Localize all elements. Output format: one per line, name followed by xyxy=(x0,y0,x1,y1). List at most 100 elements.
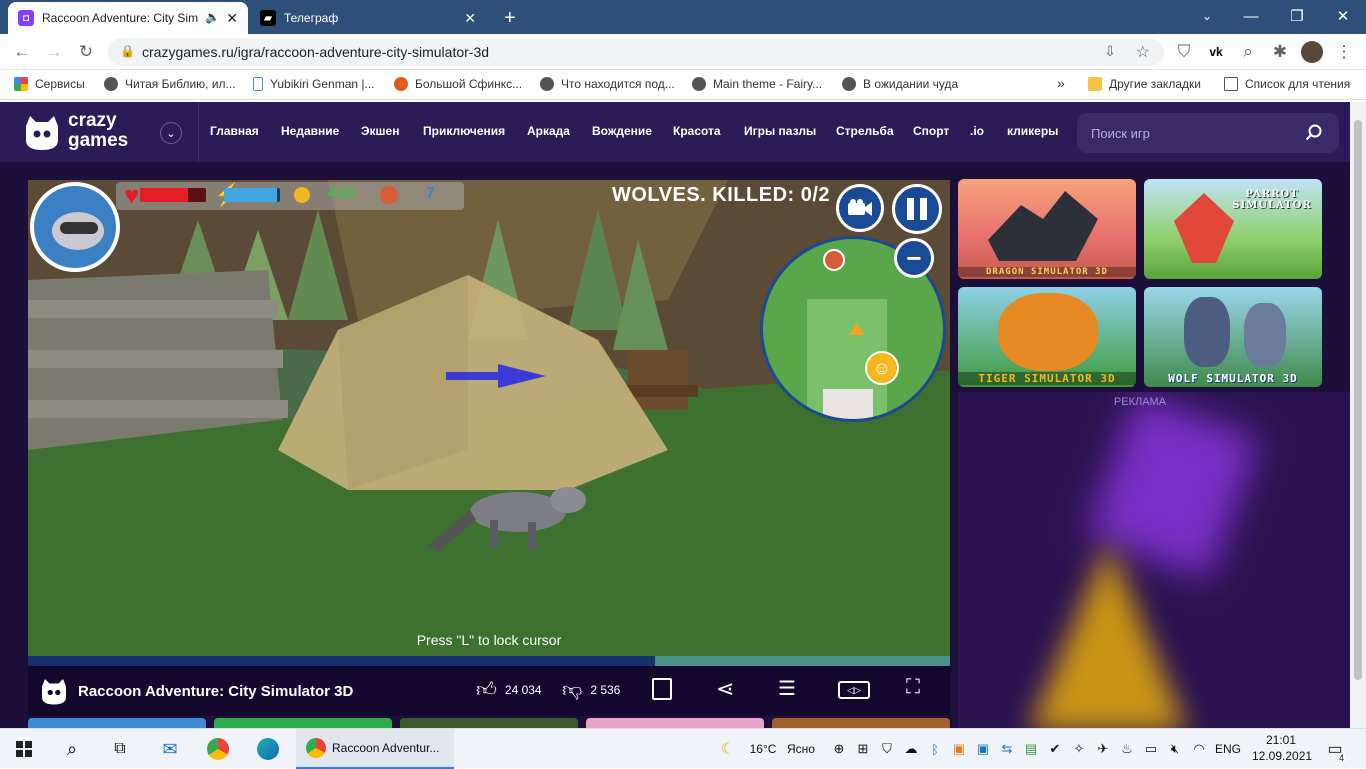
bluetooth-icon[interactable]: ᛒ xyxy=(926,729,944,769)
search-input[interactable]: Поиск игр xyxy=(1077,113,1339,153)
volume-muted-icon[interactable]: 🔇︎ xyxy=(1166,729,1184,769)
new-tab-button[interactable]: + xyxy=(494,2,524,34)
notifications-button[interactable]: ▭ 4 xyxy=(1322,729,1348,769)
fullscreen-icon[interactable]: ⛶ xyxy=(906,676,920,699)
close-tab-icon[interactable]: ✕ xyxy=(464,10,476,27)
puzzle-icon[interactable]: ✱ xyxy=(1268,40,1292,64)
nav-link-sport[interactable]: Спорт xyxy=(913,124,949,138)
onedrive-icon[interactable]: ☁ xyxy=(902,729,920,769)
chrome-icon[interactable] xyxy=(200,729,236,769)
speaker-icon[interactable]: 🔈 xyxy=(205,10,220,24)
shield-extension-icon[interactable]: ⛉ xyxy=(1172,40,1196,64)
nav-link-driving[interactable]: Вождение xyxy=(592,124,652,138)
playlist-icon[interactable]: ☰ xyxy=(778,676,796,701)
share-icon[interactable]: ⋖ xyxy=(716,676,734,702)
tray-app-icon[interactable]: ▣ xyxy=(974,729,992,769)
embed-icon[interactable] xyxy=(652,678,672,700)
tray-app-icon[interactable]: ✈ xyxy=(1094,729,1112,769)
avatar[interactable] xyxy=(1300,40,1324,64)
nav-link-arcade[interactable]: Аркада xyxy=(527,124,570,138)
tray-app-icon[interactable]: ✔ xyxy=(1046,729,1064,769)
star-icon[interactable]: ☆ xyxy=(1136,42,1150,62)
bookmark-item[interactable]: В ожидании чуда xyxy=(842,77,958,91)
forward-icon[interactable]: → xyxy=(42,40,66,64)
task-view-icon[interactable]: ⧉ xyxy=(102,729,138,769)
crazygames-logo[interactable]: crazy games xyxy=(24,110,144,154)
nav-link-beauty[interactable]: Красота xyxy=(673,124,721,138)
likes-count: 24 034 xyxy=(504,683,542,697)
weather-temp[interactable]: 16°C xyxy=(746,729,780,769)
page-scrollbar[interactable] xyxy=(1350,102,1366,728)
bookmark-item[interactable]: Yubikiri Genman |... xyxy=(253,77,375,91)
zoom-out-button[interactable]: − xyxy=(894,238,934,278)
wifi-icon[interactable]: ◠ xyxy=(1190,729,1208,769)
tray-app-icon[interactable]: ▤ xyxy=(1022,729,1040,769)
tab-search-icon[interactable]: ⌄ xyxy=(1184,0,1230,32)
nav-link-clicker[interactable]: кликеры xyxy=(1007,124,1058,138)
bookmark-services[interactable]: Сервисы xyxy=(14,77,85,91)
close-tab-icon[interactable]: ✕ xyxy=(226,10,238,27)
restore-icon[interactable]: ❐ xyxy=(1274,0,1320,32)
tab-telegraph[interactable]: ▰ Телеграф ✕ xyxy=(250,2,486,34)
bookmark-item[interactable]: Большой Сфинкс... xyxy=(394,77,522,91)
nav-link-action[interactable]: Экшен xyxy=(361,124,399,138)
game-thumbnail[interactable] xyxy=(28,718,206,728)
edge-icon[interactable] xyxy=(250,729,286,769)
dislike-button[interactable]: 👎︎ 2 536 xyxy=(562,678,620,702)
tray-app-icon[interactable]: ✧ xyxy=(1070,729,1088,769)
defender-icon[interactable]: ⛉ xyxy=(878,729,896,769)
start-button[interactable] xyxy=(6,729,42,769)
game-thumbnail[interactable] xyxy=(214,718,392,728)
battery-icon[interactable]: ▭ xyxy=(1142,729,1160,769)
install-icon[interactable]: ⇩ xyxy=(1104,43,1116,60)
game-thumbnail[interactable] xyxy=(586,718,764,728)
search-icon[interactable] xyxy=(1305,124,1323,142)
reload-icon[interactable]: ↻ xyxy=(74,40,98,64)
taskbar-app-chrome[interactable]: Raccoon Adventur... xyxy=(296,729,454,769)
close-window-icon[interactable]: ✕ xyxy=(1320,0,1366,32)
weather-desc[interactable]: Ясно xyxy=(784,729,818,769)
nav-link-io[interactable]: .io xyxy=(970,124,984,138)
pause-button[interactable] xyxy=(892,184,942,234)
nav-link-adventure[interactable]: Приключения xyxy=(423,124,505,138)
nav-link-shooting[interactable]: Стрельба xyxy=(836,124,894,138)
search-icon[interactable]: ⌕ xyxy=(54,729,90,769)
search-extension-icon[interactable]: ⌕ xyxy=(1236,40,1260,64)
bookmark-item[interactable]: Что находится под... xyxy=(540,77,675,91)
game-thumbnail[interactable] xyxy=(400,718,578,728)
camera-button[interactable] xyxy=(836,184,884,232)
clock[interactable]: 21:01 12.09.2021 xyxy=(1252,732,1312,764)
reading-list[interactable]: Список для чтения xyxy=(1224,77,1350,91)
tray-icon[interactable]: ⊞ xyxy=(854,729,872,769)
game-canvas[interactable]: ♥ ⚡ 410 7 WOLVES. KILLED: 0/2 ☺ − Press xyxy=(28,180,950,666)
back-icon[interactable]: ← xyxy=(10,40,34,64)
promo-dragon-simulator[interactable]: DRAGON SIMULATOR 3D xyxy=(958,179,1136,279)
tray-app-icon[interactable]: ⇆ xyxy=(998,729,1016,769)
bookmark-item[interactable]: Main theme - Fairy... xyxy=(692,77,822,91)
tray-app-icon[interactable]: ▣ xyxy=(950,729,968,769)
promo-parrot-simulator[interactable]: PARROT SIMULATOR xyxy=(1144,179,1322,279)
bookmark-item[interactable]: Читая Библию, ил... xyxy=(104,77,236,91)
nav-link-home[interactable]: Главная xyxy=(210,124,259,138)
tray-icon[interactable]: ⊕ xyxy=(830,729,848,769)
bookmarks-more-icon[interactable]: » xyxy=(1057,75,1065,91)
tray-app-icon[interactable]: ♨ xyxy=(1118,729,1136,769)
language-indicator[interactable]: ENG xyxy=(1212,729,1244,769)
game-thumbnail[interactable] xyxy=(772,718,950,728)
lock-icon: 🔒 xyxy=(120,44,135,58)
address-bar[interactable]: 🔒 crazygames.ru/igra/raccoon-adventure-c… xyxy=(108,38,1164,66)
menu-icon[interactable]: ⋮ xyxy=(1332,40,1356,64)
mail-icon[interactable]: ✉ xyxy=(152,729,188,769)
nav-link-recent[interactable]: Недавние xyxy=(281,124,339,138)
promo-tiger-simulator[interactable]: TIGER SIMULATOR 3D xyxy=(958,287,1136,387)
vk-extension-icon[interactable]: vk xyxy=(1204,40,1228,64)
like-button[interactable]: 👍︎ 24 034 xyxy=(476,678,542,702)
other-bookmarks[interactable]: Другие закладки xyxy=(1088,77,1201,91)
site-header: crazy games ⌄ Главная Недавние Экшен При… xyxy=(0,102,1350,162)
menu-toggle-button[interactable]: ⌄ xyxy=(160,122,182,144)
minimize-icon[interactable]: — xyxy=(1228,0,1274,32)
tab-raccoon-adventure[interactable]: ◘ Raccoon Adventure: City Sim 🔈 ✕ xyxy=(8,2,248,34)
nav-link-puzzle[interactable]: Игры пазлы xyxy=(744,124,816,138)
theater-mode-icon[interactable]: ◁▷ xyxy=(838,681,870,699)
promo-wolf-simulator[interactable]: WOLF SIMULATOR 3D xyxy=(1144,287,1322,387)
